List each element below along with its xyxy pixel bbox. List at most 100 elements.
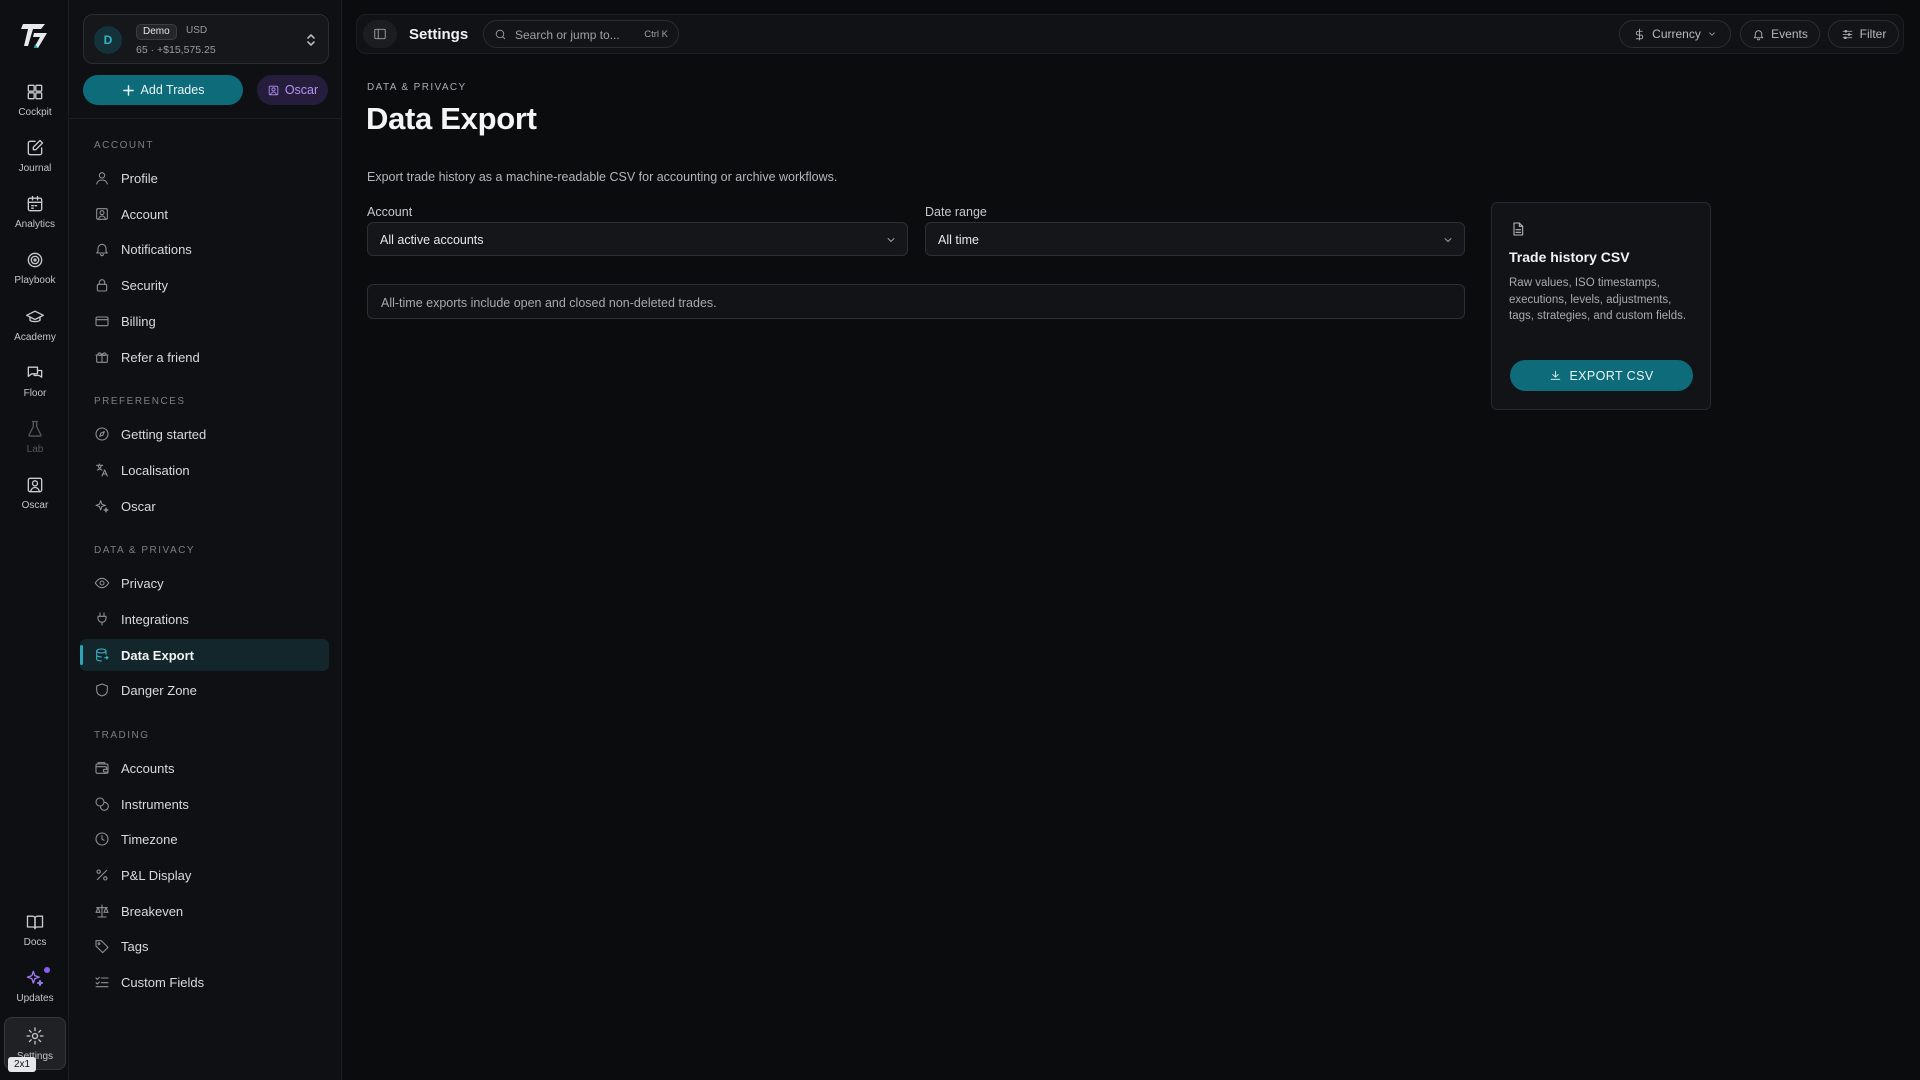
nav-item-profile[interactable]: Profile [80,162,329,194]
nav-item-billing[interactable]: Billing [80,305,329,337]
rail-item-cockpit[interactable]: Cockpit [4,80,66,134]
search-input[interactable]: Search or jump to... Ctrl K [483,20,679,48]
rail-item-updates[interactable]: Updates [4,966,66,1020]
nav-item-label: Localisation [121,462,190,478]
sparkles-icon [95,500,109,513]
export-csv-button[interactable]: EXPORT CSV [1510,360,1693,391]
nav-item-refer-a-friend[interactable]: Refer a friend [80,341,329,373]
user-square-icon [27,477,43,493]
rail-item-label: Playbook [14,275,56,286]
chat-bubbles-icon [27,366,43,378]
date-range-select[interactable]: All time [925,222,1465,256]
rail-item-playbook[interactable]: Playbook [4,248,66,302]
rail-item-label: Cockpit [18,107,52,118]
nav-item-label: Oscar [121,498,156,514]
nav-item-label: Account [121,206,168,222]
nav-item-label: Getting started [121,426,207,442]
add-trades-button[interactable]: Add Trades [83,75,243,105]
nav-item-security[interactable]: Security [80,269,329,301]
plug-icon [97,612,107,626]
trade-history-csv-card: Trade history CSV Raw values, ISO timest… [1491,202,1711,410]
nav-item-localisation[interactable]: Localisation [80,454,329,486]
user-icon [96,172,108,185]
rail-item-analytics[interactable]: Analytics [4,192,66,246]
rail-item-journal[interactable]: Journal [4,136,66,190]
rail-item-label: Academy [14,332,56,343]
scale-badge: 2x1 [8,1057,37,1072]
nav-item-oscar[interactable]: Oscar [80,490,329,522]
nav-item-breakeven[interactable]: Breakeven [80,895,329,927]
breadcrumb: DATA & PRIVACY [367,82,467,93]
add-trades-label: Add Trades [140,83,205,97]
user-square-icon [96,208,108,220]
rail-item-oscar[interactable]: Oscar [4,473,66,527]
clock-icon [95,832,109,846]
nav-item-integrations[interactable]: Integrations [80,603,329,635]
nav-item-pl-display[interactable]: P&L Display [80,859,329,891]
rail-item-lab[interactable]: Lab [4,417,66,471]
account-tag: Demo [136,24,177,40]
sparkles-icon [26,970,44,987]
nav-item-tags[interactable]: Tags [80,930,329,962]
account-select-value: All active accounts [380,233,484,247]
rail-item-floor[interactable]: Floor [4,361,66,415]
target-icon [27,252,43,268]
page-heading: Data Export [366,101,537,136]
nav-item-accounts[interactable]: Accounts [80,752,329,784]
nav-item-custom-fields[interactable]: Custom Fields [80,966,329,998]
sidebar-toggle-button[interactable] [363,20,397,48]
nav-item-label: Data Export [121,647,194,663]
search-icon [495,29,506,40]
coins-icon [95,797,109,811]
app-logo-icon[interactable] [20,20,50,50]
currency-dropdown[interactable]: Currency [1619,20,1731,48]
chevron-down-icon [1709,32,1715,36]
sliders-icon [1842,29,1852,39]
nav-item-label: Breakeven [121,903,184,919]
nav-item-label: Timezone [121,831,178,847]
account-select[interactable]: All active accounts [367,222,908,256]
download-icon [1551,370,1561,380]
nav-item-privacy[interactable]: Privacy [80,567,329,599]
currency-label: Currency [1652,27,1701,41]
oscar-label: Oscar [284,83,319,97]
rail-item-academy[interactable]: Academy [4,305,66,359]
date-range-select-value: All time [938,233,979,247]
page-description: Export trade history as a machine-readab… [367,170,838,184]
oscar-button[interactable]: Oscar [257,75,328,105]
rail-item-label: Docs [23,937,47,948]
scale-icon [95,904,109,918]
rail-item-label: Journal [18,163,52,174]
nav-item-account[interactable]: Account [80,198,329,230]
page-title: Settings [409,26,469,43]
nav-item-label: Danger Zone [121,682,197,698]
user-square-icon [268,85,279,95]
nav-item-notifications[interactable]: Notifications [80,233,329,265]
nav-item-instruments[interactable]: Instruments [80,788,329,820]
search-shortcut: Ctrl K [644,29,668,40]
account-summary: 65 · +$15,575.25 [136,44,216,56]
filter-button[interactable]: Filter [1828,20,1899,48]
lock-icon [96,279,108,292]
search-placeholder: Search or jump to... [515,28,620,42]
nav-item-data-export[interactable]: Data Export [80,639,329,671]
nav-item-getting-started[interactable]: Getting started [80,418,329,450]
credit-card-icon [95,316,109,327]
events-button[interactable]: Events [1740,20,1820,48]
nav-item-label: Billing [121,313,156,329]
plus-icon [122,84,134,96]
gift-icon [95,352,109,363]
account-switcher[interactable]: D Demo USD 65 · +$15,575.25 [83,14,329,64]
rail-item-docs[interactable]: Docs [4,910,66,964]
nav-item-danger-zone[interactable]: Danger Zone [80,674,329,706]
export-info-text: All-time exports include open and closed… [381,296,717,310]
top-bar: Settings Search or jump to... Ctrl K Cur… [356,14,1904,54]
nav-item-label: Refer a friend [121,349,200,365]
translate-icon [96,463,108,477]
nav-section-data-privacy: DATA & PRIVACY [94,545,196,556]
chevron-down-icon [887,238,895,242]
dollar-icon [1635,28,1644,40]
gear-icon [26,1027,44,1045]
divider [69,118,342,119]
nav-item-timezone[interactable]: Timezone [80,823,329,855]
